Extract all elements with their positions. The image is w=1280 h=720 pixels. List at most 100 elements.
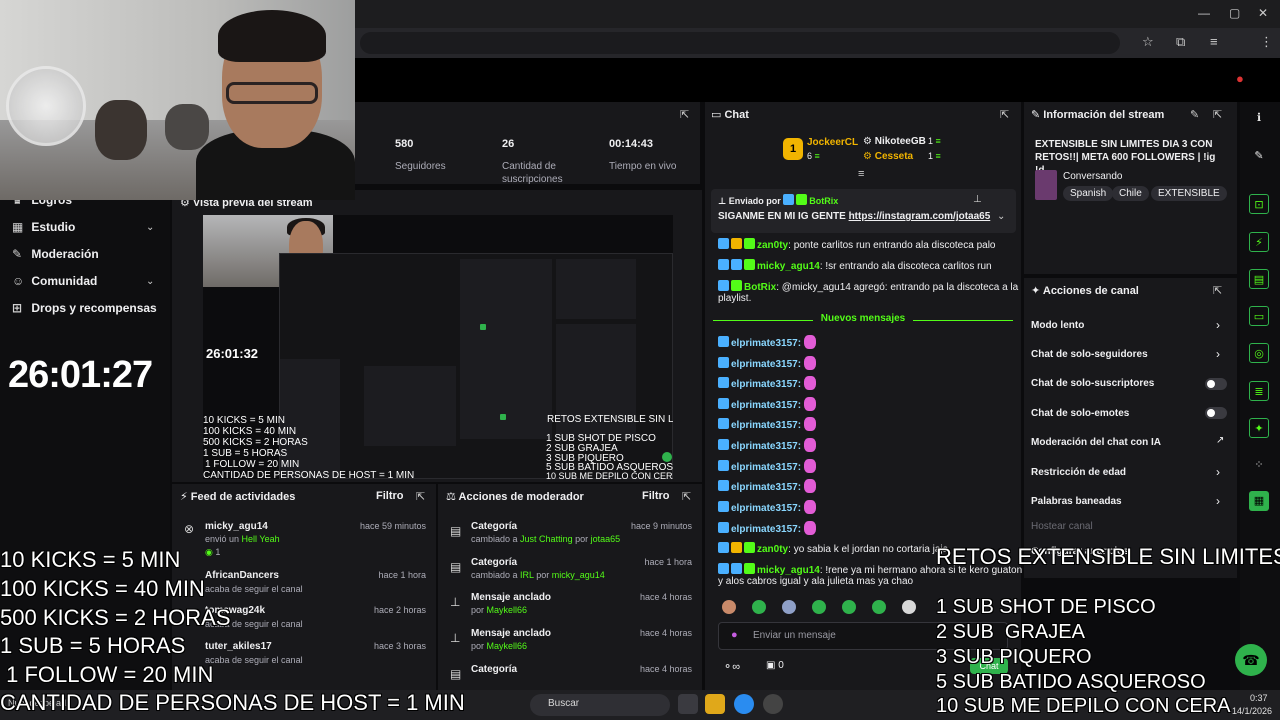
emote-icon[interactable]	[722, 600, 736, 614]
emote-only-toggle[interactable]	[1205, 407, 1227, 419]
chevron-right-icon[interactable]: ›	[1216, 494, 1220, 508]
list-item[interactable]: micky_agu14	[205, 521, 268, 532]
followers-only-row[interactable]: Chat de solo-seguidores	[1031, 349, 1148, 360]
bookmark-star-icon[interactable]: ☆	[1142, 34, 1154, 50]
emote-icon[interactable]	[812, 600, 826, 614]
collapse-icon[interactable]: ≡	[858, 168, 864, 180]
chat-message: elprimate3157:	[718, 356, 817, 370]
emote-icon[interactable]	[842, 600, 856, 614]
leader-name[interactable]: JockeerCL	[807, 137, 858, 148]
media-icon[interactable]: ≡	[1210, 34, 1218, 49]
emote-icon	[804, 479, 817, 493]
overlay-text: 500 KICKS = 2 HORAS	[0, 605, 231, 630]
dots-icon[interactable]: ⁘	[1249, 455, 1269, 475]
subs-label: Cantidad de suscripciones	[502, 161, 563, 185]
pinned-message: ⊥ Enviado por BotRix SIGANME EN MI IG GE…	[711, 189, 1016, 233]
emote-icon[interactable]	[902, 600, 916, 614]
host-channel-row[interactable]: Hostear canal	[1031, 521, 1093, 532]
chat-message: elprimate3157:	[718, 500, 817, 514]
document-icon[interactable]: ▤	[1249, 269, 1269, 289]
popout-icon[interactable]: ⇱	[1213, 284, 1222, 297]
chat-message: elprimate3157:	[718, 479, 817, 493]
chevron-right-icon[interactable]: ›	[1216, 465, 1220, 479]
avatar[interactable]: ●	[1236, 71, 1244, 86]
sidebar-item-comunidad[interactable]: ☺ Comunidad	[12, 274, 97, 288]
chevron-down-icon[interactable]: ⌄	[997, 211, 1005, 222]
chevron-down-icon[interactable]: ⌄	[146, 222, 154, 233]
minimize-button[interactable]: —	[1198, 6, 1210, 20]
clock-time[interactable]: 0:37	[1250, 693, 1268, 703]
category-thumbnail	[1035, 170, 1057, 200]
channel-actions-title: ✦ Acciones de canal	[1031, 285, 1139, 297]
overlay-text: 2 SUB GRAJEA	[936, 621, 1085, 643]
leader-name[interactable]: ⚙ NikoteeGB	[863, 136, 926, 147]
mic-icon[interactable]: ●	[731, 629, 738, 641]
webcam-overlay	[0, 0, 355, 200]
mod-filter-button[interactable]: Filtro	[642, 490, 670, 502]
file-explorer-icon[interactable]	[705, 694, 725, 714]
ai-moderation-row[interactable]: Moderación del chat con IA	[1031, 437, 1161, 448]
points-display[interactable]: ▣ 0	[766, 660, 784, 671]
tag-chile[interactable]: Chile	[1112, 186, 1149, 201]
capture-icon[interactable]: ⊡	[1249, 194, 1269, 214]
sidebar-item-estudio[interactable]: ▦ Estudio	[12, 220, 75, 234]
pin-icon[interactable]: ⊥	[973, 194, 982, 205]
app-icon[interactable]	[763, 694, 783, 714]
sidebar-item-moderacion[interactable]: ✎ Moderación	[12, 247, 99, 261]
followers-count: 580	[395, 138, 414, 150]
external-link-icon[interactable]: ↗	[1216, 435, 1224, 446]
maximize-button[interactable]: ▢	[1229, 6, 1240, 20]
emote-icon[interactable]	[872, 600, 886, 614]
wrench-icon[interactable]: ✦	[1249, 418, 1269, 438]
popout-icon[interactable]: ⇱	[1213, 108, 1222, 121]
pinned-link[interactable]: https://instagram.com/jotaa65	[849, 211, 991, 222]
popout-icon[interactable]: ⇱	[680, 108, 689, 121]
browser-menu-icon[interactable]: ⋮	[1260, 34, 1273, 50]
task-view-icon[interactable]	[678, 694, 698, 714]
overlay-text: 1 FOLLOW = 20 MIN	[0, 662, 214, 687]
list-item: Mensaje anclado	[471, 628, 552, 639]
pencil-icon[interactable]: ✎	[1249, 146, 1269, 166]
popout-icon[interactable]: ⇱	[682, 490, 691, 503]
emote-icon[interactable]	[752, 600, 766, 614]
chat-bubble-icon[interactable]: ▭	[1249, 306, 1269, 326]
category-icon: ▤	[450, 667, 462, 681]
list-item: Categoría	[471, 557, 518, 568]
chevron-right-icon[interactable]: ›	[1216, 347, 1220, 361]
support-button[interactable]: ☎	[1235, 644, 1267, 676]
banned-words-row[interactable]: Palabras baneadas	[1031, 496, 1122, 507]
stream-preview[interactable]: 26:01:32 10 KICKS = 5 MIN 100 KICKS = 40…	[203, 215, 673, 479]
chrome-icon[interactable]	[734, 694, 754, 714]
address-bar[interactable]	[360, 32, 1120, 54]
close-window-button[interactable]: ✕	[1258, 6, 1268, 20]
chat-message: elprimate3157:	[718, 335, 817, 349]
popout-icon[interactable]: ⇱	[1000, 108, 1009, 121]
list-icon[interactable]: ≣	[1249, 381, 1269, 401]
chevron-down-icon[interactable]: ⌄	[146, 276, 154, 287]
tag-spanish[interactable]: Spanish	[1063, 186, 1114, 201]
overlay-text: 10 SUB ME DEPILO CON CERA	[936, 695, 1231, 717]
emote-icon[interactable]	[782, 600, 796, 614]
slow-mode-row[interactable]: Modo lento	[1031, 320, 1084, 331]
app-icon[interactable]: ▦	[1249, 491, 1269, 511]
broadcast-icon[interactable]: ◎	[1249, 343, 1269, 363]
clock-date[interactable]: 14/1/2026	[1232, 706, 1272, 716]
list-item[interactable]: tuter_akiles17	[205, 641, 272, 652]
age-restriction-row[interactable]: Restricción de edad	[1031, 467, 1126, 478]
subs-only-toggle[interactable]	[1205, 378, 1227, 390]
leader-name[interactable]: ⚙ Cesseta	[863, 151, 913, 162]
list-item[interactable]: AfricanDancers	[205, 570, 279, 581]
infinity-icon[interactable]: ⚬∞	[723, 660, 740, 673]
tag-extensible[interactable]: EXTENSIBLE	[1151, 186, 1227, 201]
bolt-icon[interactable]: ⚡	[1249, 232, 1269, 252]
popout-icon[interactable]: ⇱	[416, 490, 425, 503]
feed-filter-button[interactable]: Filtro	[376, 490, 404, 502]
extensions-icon[interactable]: ⧉	[1176, 34, 1185, 50]
sidebar-item-drops[interactable]: ⊞ Drops y recompensas	[12, 301, 157, 315]
new-messages-divider[interactable]: Nuevos mensajes	[713, 313, 1013, 327]
edit-icon[interactable]: ✎	[1190, 108, 1199, 121]
taskbar-search[interactable]: Buscar	[530, 694, 670, 716]
info-icon[interactable]: ℹ	[1249, 108, 1269, 128]
chevron-right-icon[interactable]: ›	[1216, 318, 1220, 332]
category-name[interactable]: Conversando	[1063, 171, 1122, 182]
